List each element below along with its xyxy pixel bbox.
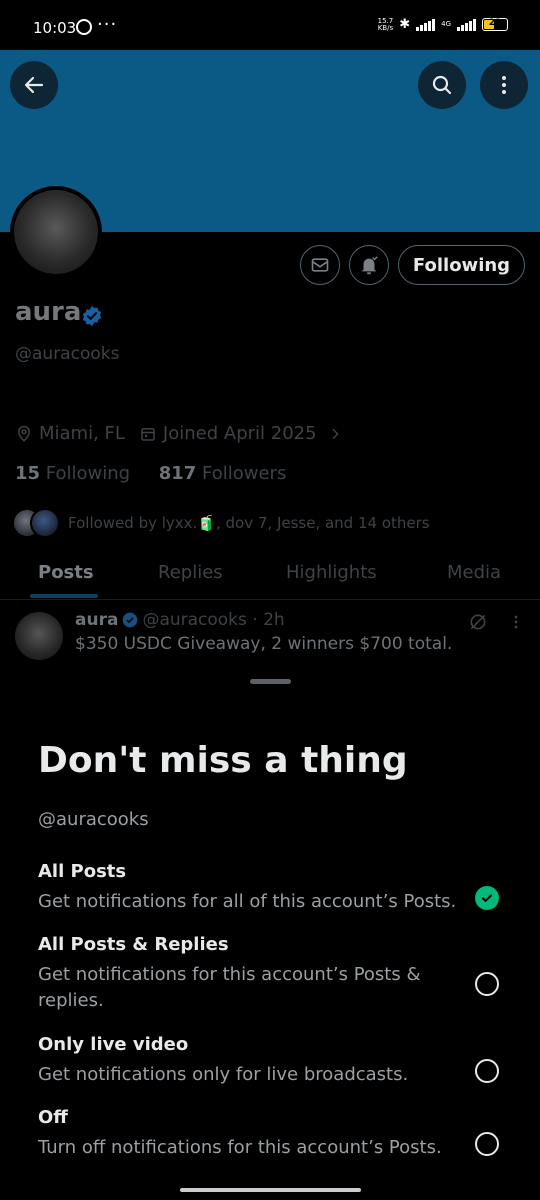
profile-handle: @auracooks [15,344,120,364]
network-speed: 15.7 KB/s [377,16,394,32]
option-all-posts-radio[interactable] [475,886,499,910]
search-button[interactable] [418,61,466,109]
arrow-left-icon [24,76,44,94]
home-indicator[interactable] [180,1188,361,1192]
envelope-icon [311,258,329,272]
option-posts-replies-title[interactable]: All Posts & Replies [38,934,229,955]
post-author: aura [75,610,119,630]
profile-joined: Joined April 2025 [162,423,317,444]
following-count-link[interactable]: 15 Following [15,463,130,484]
post-text[interactable]: $350 USDC Giveaway, 2 winners $700 total… [75,634,452,654]
profile-meta: Miami, FL Joined April 2025 [15,423,343,444]
battery-icon: 23 [482,18,508,31]
back-button[interactable] [10,61,58,109]
check-icon [481,894,493,902]
following-button[interactable]: Following [398,245,525,285]
tab-replies[interactable]: Replies [158,562,223,583]
post-header: aura @auracooks · 2h [75,610,285,630]
status-time: 10:03 [33,19,77,37]
message-button[interactable] [300,245,340,285]
followed-by-row[interactable]: Followed by lyxx.🧃, dov 7, Jesse, and 14… [12,508,430,538]
sheet-grabber[interactable] [250,679,291,684]
profile-name: aura [15,297,82,327]
follow-counts: 15 Following 817 Followers [15,463,286,484]
chevron-right-icon[interactable] [327,426,343,442]
option-posts-replies-desc: Get notifications for this account’s Pos… [38,964,421,1011]
signal-icon [416,18,436,31]
verified-badge-icon [82,305,102,327]
post-avatar[interactable] [15,612,63,660]
active-tab-indicator [30,594,98,598]
option-off-title[interactable]: Off [38,1107,68,1128]
verified-badge-icon [123,612,138,628]
option-live-video-desc: Get notifications only for live broadcas… [38,1064,409,1085]
status-bar: 10:03 ··· 15.7 KB/s ✱ 4G 23 [0,0,540,50]
status-icons: 15.7 KB/s ✱ 4G 23 [378,17,508,32]
tab-media[interactable]: Media [447,562,501,583]
more-options-button[interactable] [480,61,528,109]
option-live-video-radio[interactable] [475,1059,499,1083]
profile-location: Miami, FL [39,423,125,444]
network-type: 4G [441,20,451,28]
notifications-button[interactable] [349,245,389,285]
option-live-video-title[interactable]: Only live video [38,1034,188,1055]
more-vertical-icon [502,76,506,94]
option-all-posts-title[interactable]: All Posts [38,861,126,882]
tab-highlights[interactable]: Highlights [286,562,377,583]
location-pin-icon [17,425,31,442]
bluetooth-icon: ✱ [399,17,411,32]
post-more-icon[interactable] [508,612,524,632]
option-off-radio[interactable] [475,1132,499,1156]
search-icon [432,75,452,95]
sheet-title: Don't miss a thing [38,740,408,781]
post-meta: @auracooks · 2h [142,610,285,630]
option-posts-replies-radio[interactable] [475,972,499,996]
option-off-desc: Turn off notifications for this account’… [38,1137,442,1158]
tab-posts[interactable]: Posts [38,562,94,583]
signal-icon-2 [457,18,476,31]
whatsapp-icon [76,19,92,35]
profile-avatar[interactable] [10,186,102,278]
grok-icon[interactable] [468,612,488,632]
sheet-handle: @auracooks [38,809,149,830]
bell-check-icon [361,256,378,275]
followed-by-text: Followed by lyxx.🧃, dov 7, Jesse, and 14… [68,514,430,532]
followers-count-link[interactable]: 817 Followers [159,463,287,484]
follower-avatar [30,508,60,538]
option-all-posts-desc: Get notifications for all of this accoun… [38,891,457,912]
profile-tabs: Posts Replies Highlights Media [0,548,540,600]
more-notifications-icon: ··· [97,14,118,35]
calendar-icon [141,427,155,441]
